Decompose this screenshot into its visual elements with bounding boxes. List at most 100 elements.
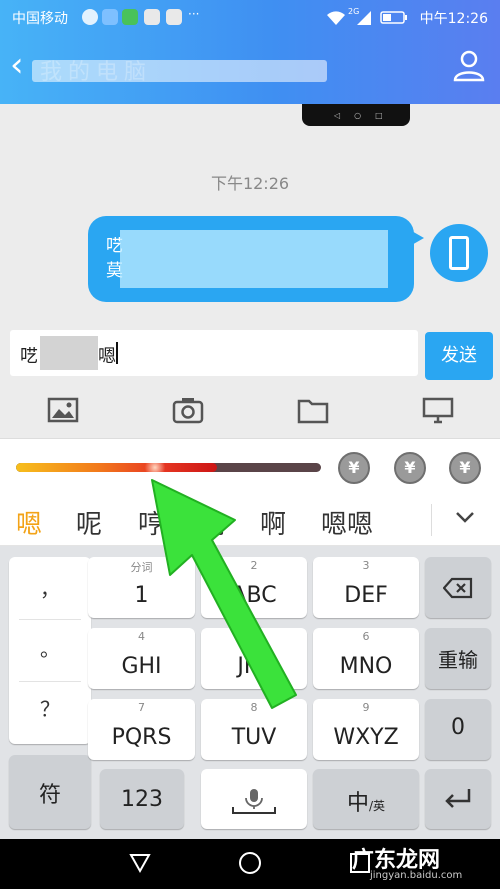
media-notification-icon (122, 9, 138, 25)
candidate-word[interactable]: 嗯 (16, 504, 42, 541)
clock: 中午12:26 (419, 11, 488, 27)
profile-icon[interactable] (452, 48, 486, 82)
comma-key[interactable]: ， (9, 561, 91, 617)
lang-sub-label: /英 (368, 799, 386, 813)
message-input[interactable]: 呓 嗯 (10, 330, 418, 376)
progress-fill (16, 463, 218, 472)
text-cursor (116, 342, 118, 364)
language-switch-label: 中/英 (313, 785, 419, 817)
key-ghi[interactable]: 4 GHI (88, 628, 195, 689)
key-sub-label: 5 (250, 630, 258, 643)
key-main-label: 1 (134, 583, 149, 608)
input-redaction (40, 336, 98, 370)
keyboard-toolbar: ¥ ¥ ¥ (0, 438, 500, 494)
coin-icon[interactable]: ¥ (449, 452, 481, 484)
chevron-down-icon[interactable] (454, 506, 476, 528)
key-sub-label: 3 (362, 559, 370, 572)
signal-icon (357, 11, 371, 25)
key-sub-label: 7 (138, 701, 145, 714)
key-main-label: WXYZ (333, 725, 399, 750)
phone-icon (449, 236, 469, 270)
back-nav-icon[interactable] (128, 851, 152, 875)
candidate-word[interactable]: 呢 (76, 504, 102, 541)
back-icon[interactable]: ‹ (10, 48, 24, 82)
key-1[interactable]: 分词 1 (88, 557, 195, 618)
key-tuv[interactable]: 8 TUV (201, 699, 307, 760)
key-wxyz[interactable]: 9 WXYZ (313, 699, 419, 760)
message-timestamp: 下午12:26 (210, 174, 290, 193)
coin-icon[interactable]: ¥ (338, 452, 370, 484)
key-sub-label: 分词 (130, 561, 153, 574)
candidate-divider (431, 504, 432, 536)
key-abc[interactable]: 2 ABC (201, 557, 307, 618)
t9-keyboard: ， 。 ？ 符 分词 1 2 ABC 3 DEF 4 GHI 5 JKL 6 M… (0, 546, 500, 839)
candidate-word[interactable]: 哼 (138, 504, 164, 541)
input-text-suffix: 嗯 (98, 346, 116, 367)
message-redaction (120, 230, 388, 288)
chat-notification-icon (82, 9, 98, 25)
number-mode-key[interactable]: 123 (100, 769, 184, 829)
folder-icon[interactable] (297, 396, 329, 424)
enter-key[interactable] (425, 769, 491, 829)
previous-image-message[interactable]: ◁○□ (302, 104, 410, 126)
key-main-label: MNO (339, 654, 393, 679)
symbols-key[interactable]: 符 (9, 755, 91, 829)
language-switch-key[interactable]: 中/英 (313, 769, 419, 829)
chat-area[interactable]: ◁○□ 下午12:26 呓 莫 呓 嗯 发送 (0, 104, 500, 438)
punctuation-divider (19, 619, 81, 620)
backspace-icon (443, 577, 473, 599)
question-key[interactable]: ？ (9, 681, 91, 737)
backspace-key[interactable] (425, 557, 491, 618)
progress-glow (141, 463, 169, 472)
zero-key[interactable]: 0 (425, 699, 491, 760)
key-def[interactable]: 3 DEF (313, 557, 419, 618)
punctuation-column[interactable]: ， 。 ？ (9, 557, 91, 744)
key-main-label: DEF (344, 583, 388, 608)
progress-bar (16, 463, 321, 472)
watermark-subtext: jingyan.baidu.com (370, 870, 463, 881)
key-main-label: GHI (121, 654, 162, 679)
candidate-word[interactable]: 嗯嗯 (321, 504, 373, 541)
key-main-label: JKL (237, 654, 271, 679)
battery-icon (380, 11, 407, 24)
key-sub-label: 2 (250, 559, 258, 572)
key-main-label: TUV (231, 725, 277, 750)
space-key[interactable] (201, 769, 307, 829)
coin-icon[interactable]: ¥ (394, 452, 426, 484)
candidate-word[interactable]: 呐 (199, 504, 225, 541)
computer-icon[interactable] (422, 396, 454, 424)
zero-key-label: 0 (451, 715, 465, 740)
camera-icon[interactable] (172, 396, 204, 424)
carrier-label: 中国移动 (12, 11, 68, 27)
key-main-label: ABC (231, 583, 277, 608)
message-notification-icon (166, 9, 182, 25)
sim-notification-icon (144, 9, 160, 25)
key-sub-label: 6 (362, 630, 370, 643)
send-button[interactable]: 发送 (425, 332, 493, 380)
status-bar: 中国移动 ··· 2G 中午12:26 (0, 0, 500, 34)
more-notifications-icon: ··· (188, 7, 200, 21)
sent-message-bubble[interactable]: 呓 莫 (88, 216, 424, 302)
period-key[interactable]: 。 (9, 621, 91, 677)
chat-header: ‹ 我的电脑 (0, 34, 500, 104)
app-notification-icon (102, 9, 118, 25)
image-icon[interactable] (47, 396, 79, 424)
key-pqrs[interactable]: 7 PQRS (88, 699, 195, 760)
number-mode-label: 123 (121, 787, 163, 812)
candidate-word[interactable]: 啊 (260, 504, 286, 541)
key-sub-label: 4 (138, 630, 145, 643)
symbols-key-label: 符 (38, 783, 61, 808)
key-jkl[interactable]: 5 JKL (201, 628, 307, 689)
key-sub-label: 9 (362, 701, 370, 714)
home-nav-icon[interactable] (238, 851, 262, 875)
device-avatar[interactable] (430, 224, 488, 282)
key-mno[interactable]: 6 MNO (313, 628, 419, 689)
wifi-icon (327, 11, 345, 25)
phone-buttons-icon: ◁○□ (334, 111, 397, 120)
retype-key-label: 重输 (438, 648, 478, 672)
enter-icon (445, 789, 471, 808)
retype-key[interactable]: 重输 (425, 628, 491, 689)
lang-main-label: 中 (346, 791, 369, 816)
bubble-tail (410, 230, 424, 246)
key-main-label: PQRS (111, 725, 172, 750)
